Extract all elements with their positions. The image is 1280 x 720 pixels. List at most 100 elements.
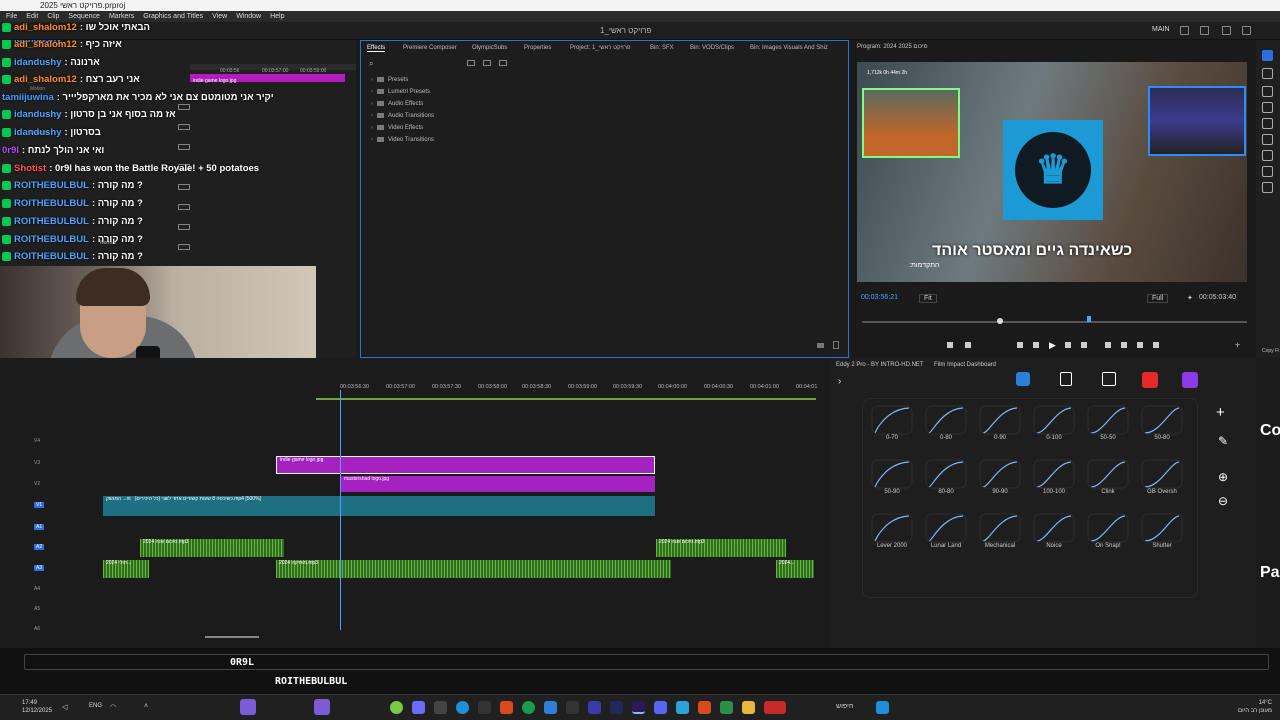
app-icon[interactable] — [412, 701, 425, 714]
timeline-clip[interactable]: mastershad logo.jpg — [341, 476, 655, 492]
app-icon[interactable] — [544, 701, 557, 714]
tab-bin-vods[interactable]: Bin: VODS/Clips — [690, 45, 734, 51]
timeline-clip[interactable]: 2024... — [776, 560, 814, 578]
close-icon[interactable] — [1242, 26, 1251, 35]
timeline-clip[interactable]: 2024 מוסיקה.mp3 — [276, 560, 671, 578]
language-indicator[interactable]: ENG — [89, 703, 102, 709]
step-back-icon[interactable] — [1017, 342, 1023, 348]
link-icon[interactable] — [1016, 372, 1030, 386]
delete-icon[interactable] — [1142, 372, 1158, 388]
after-effects-icon[interactable] — [610, 701, 623, 714]
chevron-right-icon[interactable]: › — [838, 376, 841, 387]
keyframe-toggle[interactable] — [178, 244, 190, 250]
menu-help[interactable]: Help — [270, 11, 284, 22]
track-header[interactable]: A6 — [0, 626, 100, 642]
app-icon[interactable] — [764, 701, 786, 714]
accelerated-icon[interactable] — [467, 60, 475, 66]
zoom-in-icon[interactable]: ⊕ — [1218, 470, 1228, 484]
menu-view[interactable]: View — [212, 11, 227, 22]
ripple-edit-icon[interactable] — [1262, 86, 1273, 97]
resolution-select[interactable]: Full — [1147, 294, 1169, 303]
curve-preset[interactable]: Shutter — [1141, 513, 1183, 553]
keyframe-toggle[interactable] — [178, 184, 190, 190]
chevron-up-icon[interactable]: ˄ — [144, 703, 148, 710]
timeline-clip[interactable]: 2024 סיכום שנה.mp3 — [140, 539, 284, 557]
hand-tool-icon[interactable] — [1262, 166, 1273, 177]
timeline-clip[interactable]: indie game logo.jpg — [276, 456, 655, 474]
curve-preset[interactable]: GB Oversh — [1141, 459, 1183, 499]
timeline-ruler[interactable]: 00:03:56:30 00:03:57:00 00:03:57:30 00:0… — [316, 384, 817, 396]
effects-folder-lumetri[interactable]: › Lumetri Presets — [371, 89, 430, 95]
tab-eddy[interactable]: Eddy 2 Pro - BY INTRO-HD.NET — [836, 362, 924, 368]
curve-preset[interactable]: 90-90 — [979, 459, 1021, 499]
clipboard-icon[interactable] — [1102, 372, 1116, 386]
curve-preset[interactable]: 50-50 — [1087, 405, 1129, 445]
app-icon[interactable] — [522, 701, 535, 714]
track-header[interactable]: V3 — [0, 460, 100, 476]
telegram-icon[interactable] — [676, 701, 689, 714]
search-icon[interactable]: ⌕ — [369, 59, 373, 69]
track-header[interactable]: A4 — [0, 586, 100, 602]
track-header[interactable]: A3 — [0, 565, 100, 581]
start-icon[interactable] — [876, 701, 889, 714]
folder-icon[interactable] — [742, 701, 755, 714]
program-scrubber[interactable] — [862, 321, 1247, 323]
tab-bin-sfx[interactable]: Bin: SFX — [650, 45, 674, 51]
curve-preset[interactable]: 80-80 — [925, 459, 967, 499]
effects-folder-video-transitions[interactable]: › Video Transitions — [371, 137, 434, 143]
menu-markers[interactable]: Markers — [109, 11, 134, 22]
menu-file[interactable]: File — [6, 11, 17, 22]
track-header[interactable]: V2 — [0, 481, 100, 497]
add-button-icon[interactable]: + — [1235, 340, 1240, 350]
compare-icon[interactable] — [1153, 342, 1159, 348]
edit-icon[interactable]: ✎ — [1218, 434, 1228, 448]
track-header[interactable]: A1 — [0, 524, 100, 540]
curve-preset[interactable]: Noice — [1033, 513, 1075, 553]
track-header[interactable]: A2 — [0, 544, 100, 560]
copy-icon[interactable] — [1060, 372, 1072, 386]
timeline-clip[interactable]: 2024 סיכום שנה.mp3 — [656, 539, 786, 557]
step-forward-icon[interactable] — [1081, 342, 1087, 348]
curve-preset[interactable]: 50-80 — [1141, 405, 1183, 445]
app-icon[interactable] — [390, 701, 403, 714]
playhead-marker[interactable] — [1087, 316, 1091, 322]
keyframe-toggle[interactable] — [178, 124, 190, 130]
frame-back-icon[interactable] — [1033, 342, 1039, 348]
play-icon[interactable]: ▶ — [1049, 340, 1056, 351]
clock[interactable]: 17:49 12/12/2025 — [22, 699, 52, 715]
marker-icon[interactable] — [947, 342, 953, 348]
effects-folder-video-effects[interactable]: › Video Effects — [371, 125, 423, 131]
tab-olympicsubs[interactable]: OlympicSubs — [472, 45, 507, 51]
app-icon[interactable] — [434, 701, 447, 714]
selection-tool-icon[interactable] — [1262, 50, 1273, 61]
effects-folder-audio-transitions[interactable]: › Audio Transitions — [371, 113, 434, 119]
track-header[interactable]: V4 — [0, 438, 100, 454]
curve-preset[interactable]: On Snap! — [1087, 513, 1129, 553]
workspace-label[interactable]: MAIN — [1152, 26, 1170, 33]
yuv-icon[interactable] — [499, 60, 507, 66]
keyframe-toggle[interactable] — [178, 144, 190, 150]
menu-window[interactable]: Window — [236, 11, 261, 22]
curve-preset[interactable]: Mechanical — [979, 513, 1021, 553]
new-bin-icon[interactable] — [817, 343, 824, 348]
forward-icon[interactable] — [1182, 372, 1198, 388]
caption-input[interactable] — [24, 654, 1269, 670]
export-frame-icon[interactable] — [1137, 342, 1143, 348]
browser-icon[interactable] — [456, 701, 469, 714]
app-icon[interactable] — [720, 701, 733, 714]
menu-icon[interactable] — [1222, 26, 1231, 35]
settings-icon[interactable]: ✦ — [1187, 294, 1193, 302]
keyframe-toggle[interactable] — [178, 104, 190, 110]
track-select-icon[interactable] — [1262, 68, 1273, 79]
zoom-out-icon[interactable]: ⊖ — [1218, 494, 1228, 508]
zoom-select[interactable]: Fit — [919, 294, 937, 303]
app-icon[interactable] — [566, 701, 579, 714]
tab-bin-images[interactable]: Bin: Images Visuals And Shiz — [750, 45, 828, 51]
menu-graphics[interactable]: Graphics and Titles — [143, 11, 203, 22]
frame-forward-icon[interactable] — [1065, 342, 1071, 348]
scrub-handle[interactable] — [997, 318, 1003, 324]
curve-preset[interactable]: Clink — [1087, 459, 1129, 499]
track-header[interactable]: V1 — [0, 502, 100, 518]
photoshop-icon[interactable] — [588, 701, 601, 714]
keyframe-toggle[interactable] — [178, 224, 190, 230]
